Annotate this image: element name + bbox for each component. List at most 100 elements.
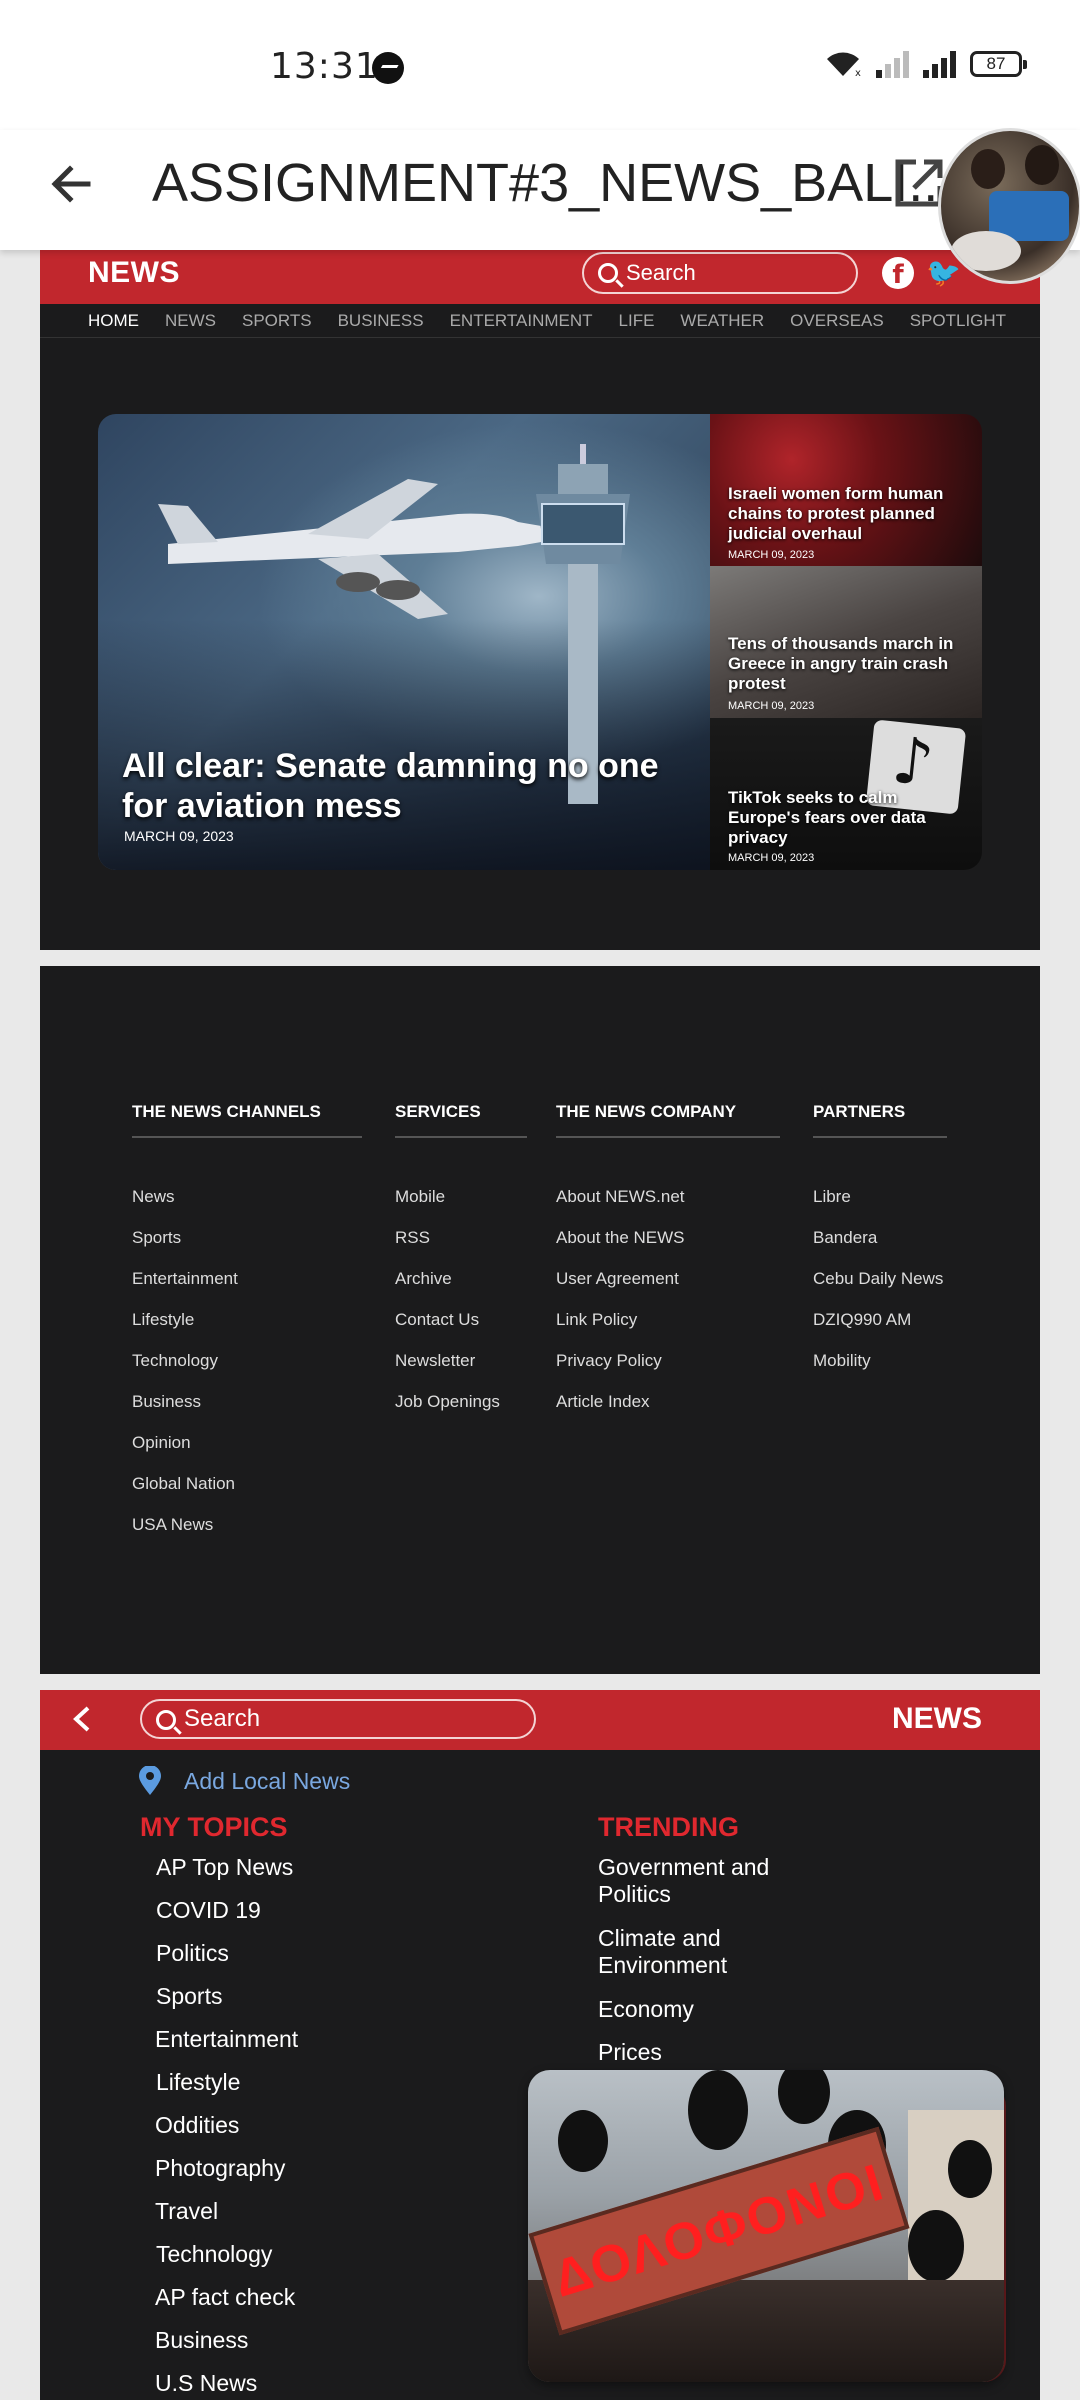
footer-link[interactable]: News <box>132 1176 362 1217</box>
nav-spotlight[interactable]: SPOTLIGHT <box>910 311 1006 331</box>
my-topics-heading: MY TOPICS <box>140 1812 288 1842</box>
footer-link[interactable]: Technology <box>132 1340 362 1381</box>
add-local-news-link[interactable]: Add Local News <box>184 1768 350 1795</box>
footer-link[interactable]: RSS <box>395 1217 527 1258</box>
site-logo[interactable]: NEWS <box>88 256 180 290</box>
footer-link[interactable]: Global Nation <box>132 1463 362 1504</box>
topic-item[interactable]: Oddities <box>155 2112 239 2139</box>
trending-item[interactable]: Climate and Environment <box>598 1925 828 1979</box>
signal-icon-sim2 <box>923 50 956 78</box>
chat-head-avatar[interactable] <box>938 128 1080 284</box>
topic-item[interactable]: Business <box>155 2327 248 2354</box>
topic-item[interactable]: AP fact check <box>155 2284 295 2311</box>
menu-header: Search NEWS <box>40 1690 1040 1750</box>
footer-link[interactable]: About NEWS.net <box>556 1176 780 1217</box>
side-story-1[interactable]: Israeli women form human chains to prote… <box>710 414 982 566</box>
trending-item[interactable]: Government and Politics <box>598 1854 828 1908</box>
battery-icon: 87 <box>970 51 1027 77</box>
footer-link[interactable]: Archive <box>395 1258 527 1299</box>
footer-link[interactable]: Entertainment <box>132 1258 362 1299</box>
footer-link[interactable]: Cebu Daily News <box>813 1258 947 1299</box>
footer-link[interactable]: Link Policy <box>556 1299 780 1340</box>
nav-sports[interactable]: SPORTS <box>242 311 312 331</box>
nav-life[interactable]: LIFE <box>619 311 655 331</box>
footer-link[interactable]: Business <box>132 1381 362 1422</box>
hero-main-story[interactable]: All clear: Senate damning no one for avi… <box>98 414 710 870</box>
topic-item[interactable]: AP Top News <box>156 1854 293 1881</box>
nav-home[interactable]: HOME <box>88 311 139 331</box>
nav-overseas[interactable]: OVERSEAS <box>790 311 884 331</box>
footer-link[interactable]: DZIQ990 AM <box>813 1299 947 1340</box>
side-story-title[interactable]: Israeli women form human chains to prote… <box>728 484 968 544</box>
footer-link[interactable]: Bandera <box>813 1217 947 1258</box>
hero-title[interactable]: All clear: Senate damning no one for avi… <box>122 746 692 826</box>
news-home-panel: NEWS Search f 🐦 HOME NEWS SPORTS BUSINES… <box>40 250 1040 950</box>
wifi-icon: x <box>827 52 861 78</box>
topic-item[interactable]: Lifestyle <box>156 2069 240 2096</box>
nav-entertainment[interactable]: ENTERTAINMENT <box>450 311 593 331</box>
site-search-placeholder: Search <box>626 260 696 285</box>
footer-link[interactable]: Libre <box>813 1176 947 1217</box>
menu-search-input[interactable]: Search <box>140 1699 536 1739</box>
side-story-2[interactable]: Tens of thousands march in Greece in ang… <box>710 566 982 718</box>
topic-item[interactable]: Entertainment <box>155 2026 298 2053</box>
footer-link[interactable]: USA News <box>132 1504 362 1545</box>
menu-logo[interactable]: NEWS <box>892 1702 982 1736</box>
footer-link[interactable]: About the NEWS <box>556 1217 780 1258</box>
chevron-left-icon[interactable] <box>70 1706 96 1732</box>
footer-column-channels: THE NEWS CHANNELS News Sports Entertainm… <box>132 1102 362 1545</box>
footer-link[interactable]: Privacy Policy <box>556 1340 780 1381</box>
topic-item[interactable]: Photography <box>155 2155 285 2182</box>
side-story-title[interactable]: TikTok seeks to calm Europe's fears over… <box>728 788 968 848</box>
hero-date: MARCH 09, 2023 <box>124 828 234 844</box>
svg-text:x: x <box>855 68 861 78</box>
side-story-date: MARCH 09, 2023 <box>728 852 815 864</box>
signal-icon-sim1 <box>876 50 909 78</box>
menu-search-placeholder: Search <box>184 1705 261 1732</box>
footer-link[interactable]: Mobile <box>395 1176 527 1217</box>
topic-item[interactable]: U.S News <box>155 2370 257 2397</box>
footer-heading: THE NEWS CHANNELS <box>132 1102 362 1138</box>
footer-link[interactable]: Article Index <box>556 1381 780 1422</box>
footer-link[interactable]: Sports <box>132 1217 362 1258</box>
footer-link[interactable]: User Agreement <box>556 1258 780 1299</box>
footer-link[interactable]: Mobility <box>813 1340 947 1381</box>
picture-in-picture-window[interactable]: ΔΟΛΟΦΟΝΟΙ <box>528 2070 1004 2382</box>
site-search-input[interactable]: Search <box>582 252 858 294</box>
topic-item[interactable]: Politics <box>156 1940 229 1967</box>
status-time: 13:31 <box>270 46 379 87</box>
footer-link[interactable]: Newsletter <box>395 1340 527 1381</box>
topic-item[interactable]: Travel <box>155 2198 218 2225</box>
footer-panel: THE NEWS CHANNELS News Sports Entertainm… <box>40 966 1040 1674</box>
trending-heading: TRENDING <box>598 1812 739 1842</box>
side-story-3[interactable]: TikTok seeks to calm Europe's fears over… <box>710 718 982 870</box>
footer-column-partners: PARTNERS Libre Bandera Cebu Daily News D… <box>813 1102 947 1381</box>
back-arrow-icon[interactable] <box>44 156 100 212</box>
topic-item[interactable]: COVID 19 <box>156 1897 261 1924</box>
footer-link[interactable]: Contact Us <box>395 1299 527 1340</box>
messenger-icon <box>372 52 404 84</box>
status-icons: x 87 <box>824 50 1027 78</box>
location-pin-icon <box>139 1766 161 1795</box>
topic-item[interactable]: Technology <box>156 2241 272 2268</box>
footer-column-company: THE NEWS COMPANY About NEWS.net About th… <box>556 1102 780 1422</box>
main-nav: HOME NEWS SPORTS BUSINESS ENTERTAINMENT … <box>40 304 1040 338</box>
footer-link[interactable]: Opinion <box>132 1422 362 1463</box>
nav-business[interactable]: BUSINESS <box>338 311 424 331</box>
topic-item[interactable]: Sports <box>156 1983 222 2010</box>
app-bar: ASSIGNMENT#3_NEWS_BALI... <box>0 130 1080 250</box>
footer-column-services: SERVICES Mobile RSS Archive Contact Us N… <box>395 1102 527 1422</box>
nav-weather[interactable]: WEATHER <box>680 311 764 331</box>
nav-news[interactable]: NEWS <box>165 311 216 331</box>
footer-link[interactable]: Job Openings <box>395 1381 527 1422</box>
footer-heading: SERVICES <box>395 1102 527 1138</box>
status-bar: 13:31 x 87 <box>0 0 1080 130</box>
hero-section: All clear: Senate damning no one for avi… <box>98 414 982 870</box>
trending-item[interactable]: Prices <box>598 2039 828 2066</box>
document-title: ASSIGNMENT#3_NEWS_BALI... <box>152 153 954 213</box>
footer-link[interactable]: Lifestyle <box>132 1299 362 1340</box>
footer-heading: THE NEWS COMPANY <box>556 1102 780 1138</box>
side-story-title[interactable]: Tens of thousands march in Greece in ang… <box>728 634 968 694</box>
trending-item[interactable]: Economy <box>598 1996 828 2023</box>
facebook-icon[interactable]: f <box>882 257 914 290</box>
